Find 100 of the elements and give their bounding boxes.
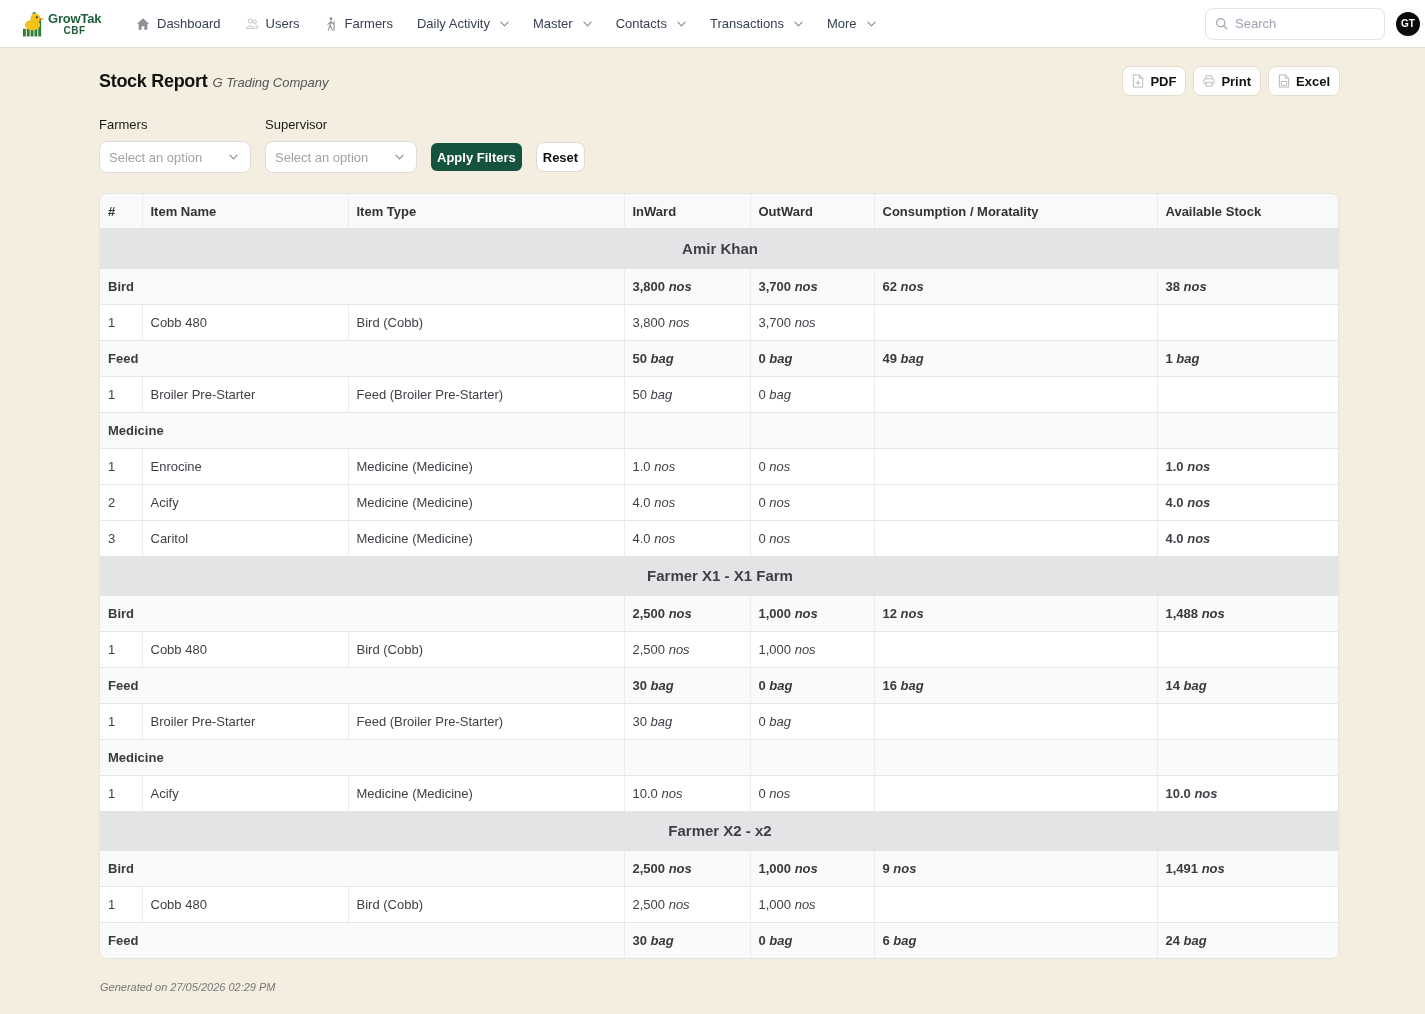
- table-cell: 50 bag: [624, 376, 750, 413]
- group-heading: Farmer X2 - x2: [100, 811, 1338, 851]
- document-icon: [1278, 74, 1290, 88]
- table-cell: 3,700 nos: [750, 268, 874, 305]
- table-cell: 2: [100, 484, 142, 521]
- table-cell: 1.0 nos: [624, 448, 750, 485]
- table-cell: Enrocine: [142, 448, 348, 485]
- category-name: Medicine: [100, 412, 624, 449]
- group-heading: Amir Khan: [100, 228, 1338, 269]
- nav-menu[interactable]: Master: [532, 16, 592, 31]
- table-cell: 0 nos: [750, 448, 874, 485]
- nav-link[interactable]: Farmers: [323, 16, 393, 31]
- table-cell: 2,500 nos: [624, 886, 750, 923]
- export-button[interactable]: Print: [1193, 66, 1261, 96]
- category-name: Feed: [100, 922, 624, 958]
- table-cell: 0 nos: [750, 775, 874, 811]
- nav-menu[interactable]: More: [826, 16, 876, 31]
- table-cell: 3: [100, 520, 142, 556]
- table-cell: 1,491 nos: [1157, 850, 1338, 887]
- chevron-down-icon: [499, 20, 509, 27]
- table-cell: 0 bag: [750, 667, 874, 704]
- apply-button[interactable]: Apply Filters: [431, 143, 522, 171]
- table-cell: 1,000 nos: [750, 850, 874, 887]
- table-cell: Cobb 480: [142, 304, 348, 341]
- table-cell: 0 nos: [750, 520, 874, 556]
- table-cell: 50 bag: [624, 340, 750, 377]
- chevron-down-icon: [793, 20, 803, 27]
- table-cell: 14 bag: [1157, 667, 1338, 704]
- table-cell: 1,488 nos: [1157, 595, 1338, 632]
- chick-logo-icon: [22, 10, 45, 37]
- page-title: Stock Report: [99, 70, 208, 92]
- table-cell: 3,700 nos: [750, 304, 874, 341]
- column-header: InWard: [624, 194, 750, 229]
- nav-link[interactable]: Users: [244, 16, 300, 31]
- category-name: Bird: [100, 595, 624, 632]
- table-cell: Medicine (Medicine): [348, 775, 624, 811]
- table-cell: 2,500 nos: [624, 850, 750, 887]
- table-cell: Cobb 480: [142, 631, 348, 668]
- table-cell: 1: [100, 775, 142, 811]
- users-icon: [244, 16, 259, 31]
- nav-menu[interactable]: Daily Activity: [416, 16, 509, 31]
- table-cell: 0 bag: [750, 340, 874, 377]
- column-header: Item Type: [348, 194, 624, 229]
- table-cell: 30 bag: [624, 667, 750, 704]
- category-name: Medicine: [100, 739, 624, 776]
- table-cell: 4.0 nos: [1157, 520, 1338, 556]
- nav-menu[interactable]: Contacts: [615, 16, 686, 31]
- table-cell: Caritol: [142, 520, 348, 556]
- document-icon: [1132, 74, 1145, 88]
- logo-subtitle: CBF: [63, 25, 86, 36]
- search-field[interactable]: Search: [1205, 7, 1385, 40]
- dropdown-field[interactable]: Select an option: [99, 141, 251, 173]
- nav-link[interactable]: Dashboard: [136, 16, 221, 31]
- column-header: Consumption / Moratality: [874, 194, 1157, 229]
- table-cell: Acify: [142, 484, 348, 521]
- chevron-down-icon: [866, 20, 876, 27]
- table-cell: Feed (Broiler Pre-Starter): [348, 703, 624, 740]
- table-cell: 30 bag: [624, 703, 750, 740]
- reset-button[interactable]: Reset: [535, 142, 586, 172]
- nav-menu[interactable]: Transactions: [709, 16, 803, 31]
- chevron-down-icon: [676, 20, 686, 27]
- printer-icon: [1203, 74, 1216, 88]
- table-cell: 1.0 nos: [1157, 448, 1338, 485]
- table-cell: 4.0 nos: [624, 520, 750, 556]
- table-cell: 0 bag: [750, 922, 874, 958]
- export-button[interactable]: PDF: [1122, 66, 1187, 96]
- group-heading: Farmer X1 - X1 Farm: [100, 556, 1338, 596]
- category-name: Feed: [100, 667, 624, 704]
- table-cell: 38 nos: [1157, 268, 1338, 305]
- table-cell: 1,000 nos: [750, 886, 874, 923]
- table-cell: 6 bag: [874, 922, 1157, 958]
- export-button[interactable]: Excel: [1268, 66, 1340, 96]
- table-cell: 1: [100, 376, 142, 413]
- table-cell: Broiler Pre-Starter: [142, 376, 348, 413]
- table-cell: Medicine (Medicine): [348, 520, 624, 556]
- table-cell: 0 bag: [750, 703, 874, 740]
- table-cell: 9 nos: [874, 850, 1157, 887]
- user-avatar[interactable]: GT: [1396, 11, 1420, 36]
- filter-label: Farmers: [99, 117, 148, 132]
- generated-timestamp: Generated on 27/05/2026 02:29 PM: [100, 981, 277, 993]
- table-cell: Acify: [142, 775, 348, 811]
- table-cell: 1: [100, 631, 142, 668]
- table-cell: 1,000 nos: [750, 595, 874, 632]
- table-cell: 1: [100, 448, 142, 485]
- chevron-down-icon: [395, 154, 404, 160]
- table-cell: 1: [100, 703, 142, 740]
- table-cell: Cobb 480: [142, 886, 348, 923]
- column-header: #: [100, 194, 142, 229]
- column-header: OutWard: [750, 194, 874, 229]
- chevron-down-icon: [582, 20, 592, 27]
- table-cell: 16 bag: [874, 667, 1157, 704]
- category-name: Bird: [100, 268, 624, 305]
- table-cell: 24 bag: [1157, 922, 1338, 958]
- dropdown-field[interactable]: Select an option: [265, 141, 417, 173]
- table-cell: 2,500 nos: [624, 631, 750, 668]
- table-cell: 1: [100, 886, 142, 923]
- table-cell: 3,800 nos: [624, 268, 750, 305]
- table-cell: 30 bag: [624, 922, 750, 958]
- table-cell: 4.0 nos: [1157, 484, 1338, 521]
- chevron-down-icon: [229, 154, 238, 160]
